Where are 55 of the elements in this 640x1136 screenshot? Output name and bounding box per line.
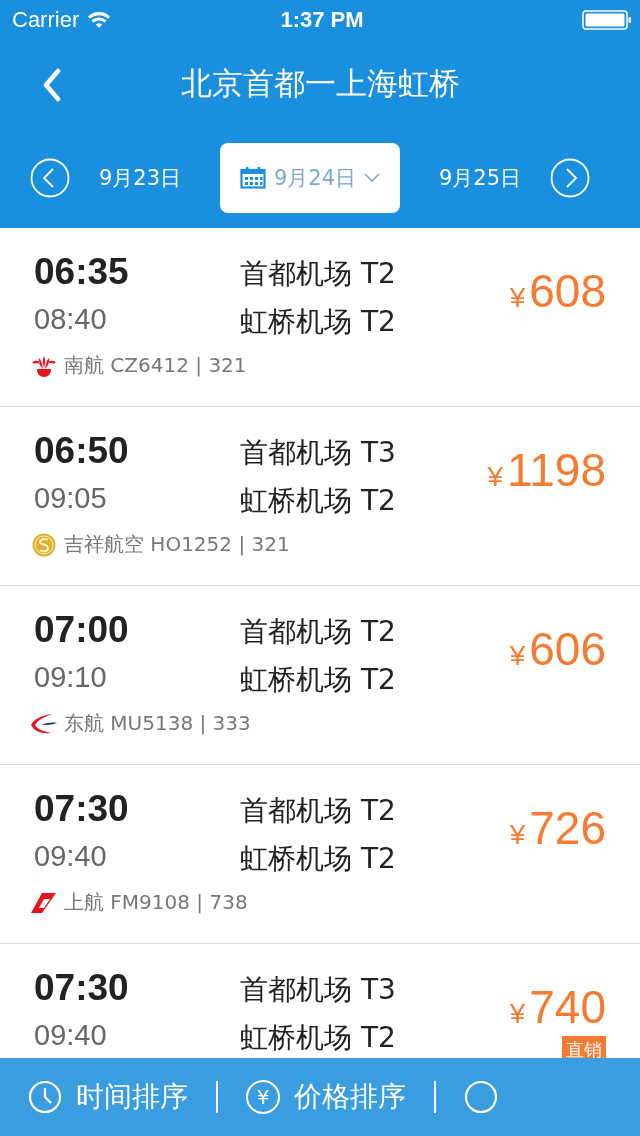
swallow-logo-icon <box>30 711 58 736</box>
departure-time: 07:00 <box>34 608 129 652</box>
date-tab[interactable]: 9月23日 <box>70 164 210 192</box>
arrival-airport: 虹桥机场 T2 <box>240 483 396 519</box>
chevron-down-icon <box>364 173 381 183</box>
departure-time: 06:35 <box>34 250 129 294</box>
ticket-price: 726 <box>529 801 606 855</box>
currency-sign: ¥ <box>509 998 526 1030</box>
currency-sign: ¥ <box>487 461 504 493</box>
departure-time: 07:30 <box>34 787 129 831</box>
yen-icon: ¥ <box>246 1080 280 1114</box>
departure-airport: 首都机场 T3 <box>240 435 396 471</box>
arrival-time: 09:40 <box>34 1018 107 1053</box>
currency-sign: ¥ <box>509 640 526 672</box>
calendar-icon <box>239 167 266 189</box>
next-day-icon[interactable] <box>550 158 590 198</box>
ticket-price: 606 <box>529 622 606 676</box>
departure-time: 06:50 <box>34 429 129 473</box>
date-tab[interactable]: 9月25日 <box>410 164 550 192</box>
departure-airport: 首都机场 T2 <box>240 256 396 292</box>
departure-time: 07:30 <box>34 966 129 1010</box>
arrival-airport: 虹桥机场 T2 <box>240 1020 396 1056</box>
departure-airport: 首都机场 T2 <box>240 793 396 829</box>
ticket-price: 1198 <box>507 443 606 497</box>
round-emblem-icon <box>30 532 58 557</box>
previous-day-icon[interactable] <box>30 158 70 198</box>
arrival-time: 09:40 <box>34 839 107 874</box>
currency-sign: ¥ <box>509 819 526 851</box>
flight-info: 吉祥航空 HO1252 | 321 <box>64 531 290 558</box>
arrival-time: 09:10 <box>34 660 107 695</box>
wifi-icon <box>87 11 112 29</box>
tail-logo-icon <box>30 890 58 915</box>
arrival-airport: 虹桥机场 T2 <box>240 662 396 698</box>
date-selector[interactable]: 9月24日 <box>220 143 400 213</box>
arrival-airport: 虹桥机场 T2 <box>240 304 396 340</box>
ticket-price: 608 <box>529 264 606 318</box>
departure-airport: 首都机场 T2 <box>240 614 396 650</box>
carrier-name: Carrier <box>12 7 80 33</box>
clock-icon <box>28 1080 62 1114</box>
flight-info: 东航 MU5138 | 333 <box>64 710 251 737</box>
flight-info: 上航 FM9108 | 738 <box>64 889 248 916</box>
circle-icon <box>464 1080 498 1114</box>
arrival-airport: 虹桥机场 T2 <box>240 841 396 877</box>
route-title: 北京首都一上海虹桥 <box>180 64 460 103</box>
price-sort-button[interactable]: ¥ 价格排序 <box>218 1067 434 1127</box>
direct-sale-badge: 直销 <box>562 1036 606 1058</box>
currency-sign: ¥ <box>509 282 526 314</box>
departure-airport: 首都机场 T3 <box>240 972 396 1008</box>
flight-info: 南航 CZ6412 | 321 <box>64 352 247 379</box>
clock-time: 1:37 PM <box>280 7 364 33</box>
ticket-price: 740 <box>529 980 606 1034</box>
arrival-time: 09:05 <box>34 481 107 516</box>
battery-icon <box>582 10 632 30</box>
time-sort-button[interactable]: 时间排序 <box>0 1067 216 1127</box>
arrival-time: 08:40 <box>34 302 107 337</box>
